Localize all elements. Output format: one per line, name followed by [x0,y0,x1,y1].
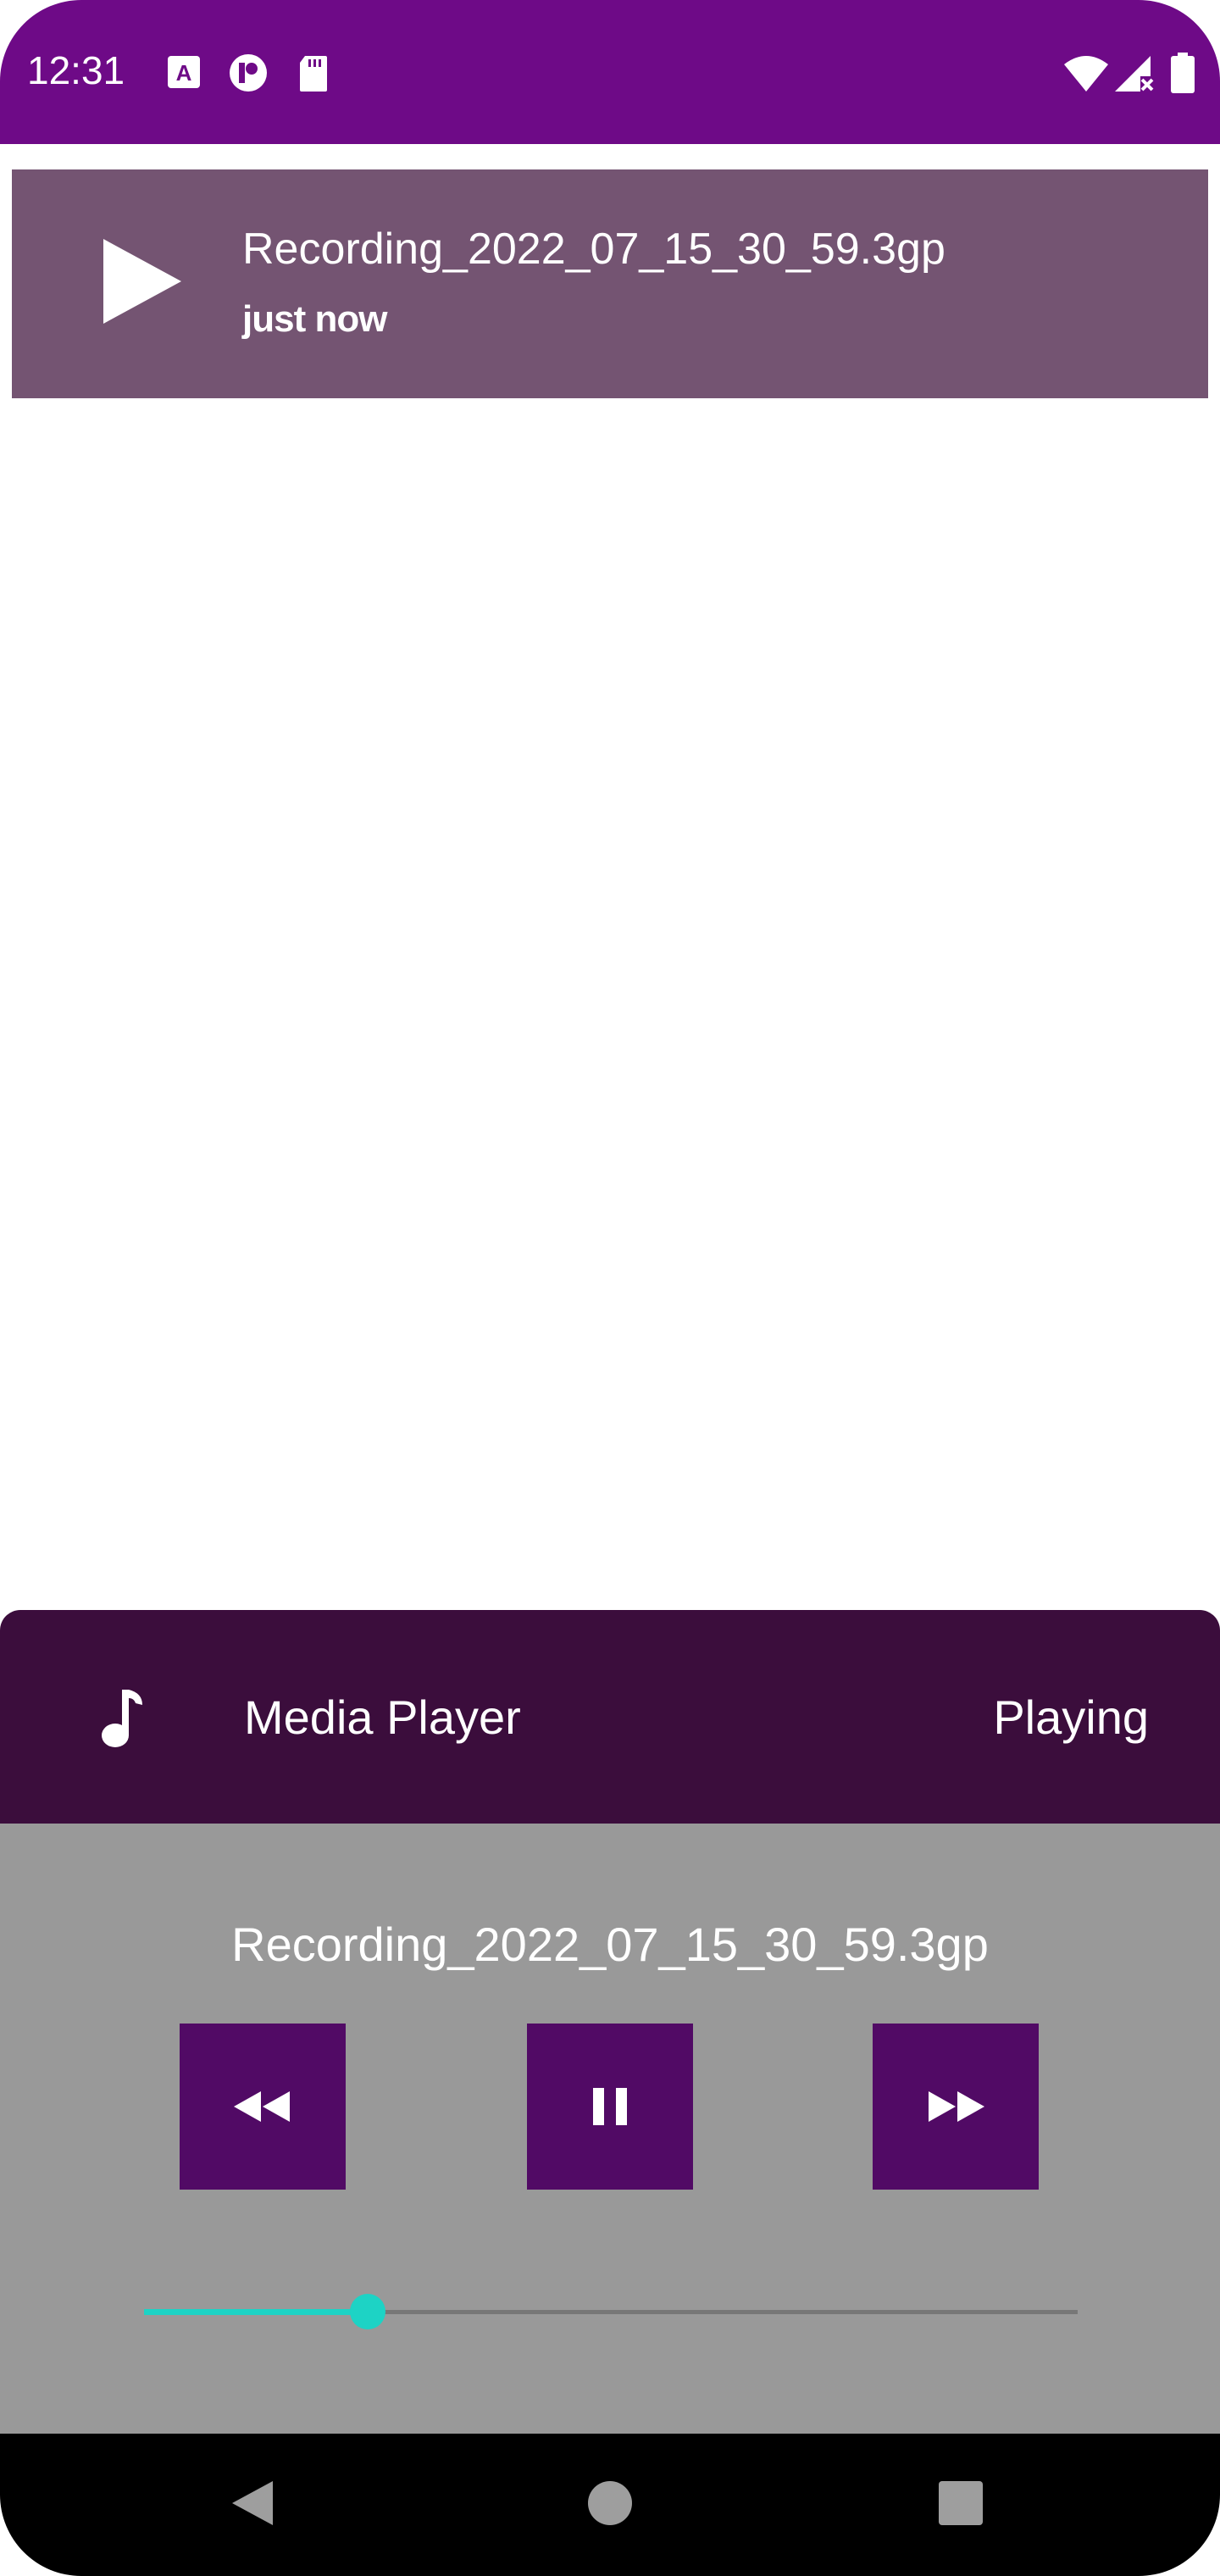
fast-forward-icon [929,2091,984,2122]
rewind-button[interactable] [180,2024,346,2190]
home-icon[interactable] [583,2476,637,2530]
now-playing-title: Recording_2022_07_15_30_59.3gp [231,1918,989,1971]
wifi-icon [1064,56,1108,92]
pause-button[interactable] [527,2024,693,2190]
sd-card-icon [300,56,327,92]
pause-icon [593,2088,627,2125]
recording-list-item[interactable]: Recording_2022_07_15_30_59.3gp just now [12,169,1208,398]
recording-name: Recording_2022_07_15_30_59.3gp [242,225,946,274]
seek-bar-progress [144,2309,368,2315]
battery-icon [1171,53,1195,93]
rewind-icon [234,2091,290,2122]
text-a-icon: A [168,56,200,88]
status-time: 12:31 [27,48,125,92]
status-bar: 12:31 A [0,0,1220,144]
navigation-bar [0,2434,1220,2576]
recording-timestamp: just now [242,298,387,340]
play-icon[interactable] [103,239,181,324]
fast-forward-button[interactable] [873,2024,1039,2190]
signal-no-service-icon [1115,56,1154,92]
recents-icon[interactable] [934,2476,988,2530]
seek-bar-thumb[interactable] [350,2294,385,2329]
media-player-panel: Recording_2022_07_15_30_59.3gp [0,1824,1220,2434]
p-app-icon [230,54,267,92]
back-icon[interactable] [227,2476,281,2530]
media-player-header[interactable]: Media Player Playing [0,1610,1220,1824]
music-note-icon [102,1690,142,1747]
svg-text:A: A [176,60,192,86]
player-status: Playing [993,1690,1149,1744]
player-title: Media Player [244,1690,521,1744]
